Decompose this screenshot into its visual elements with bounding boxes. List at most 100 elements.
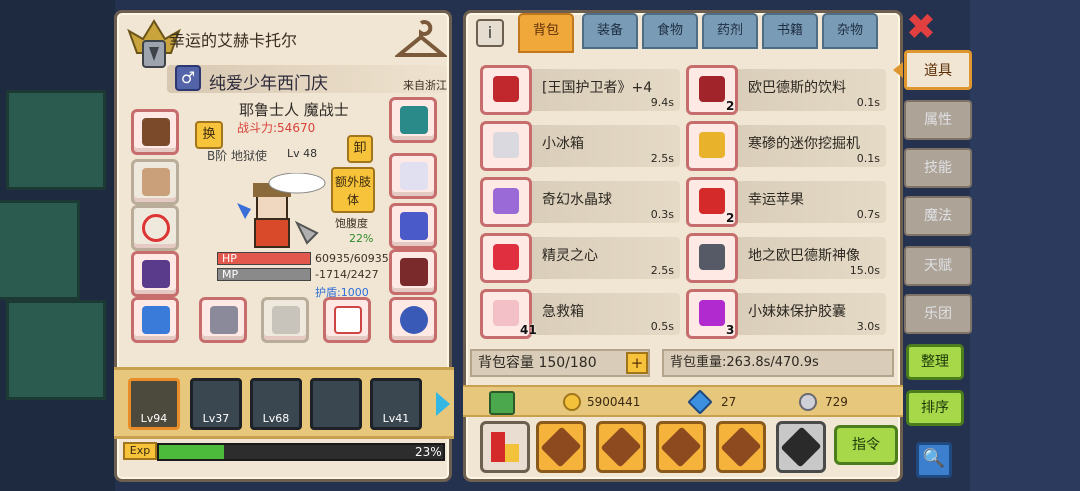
close-icon[interactable]: ✖	[904, 10, 938, 46]
equip-slot-weapon-main[interactable]	[199, 297, 247, 343]
currency-strip: 5900441 27 729	[463, 385, 903, 417]
inventory-item[interactable]: 地之欧巴德斯神像 15.0s	[686, 233, 886, 283]
inventory-item[interactable]: [王国护卫者》+4 9.4s	[480, 65, 680, 115]
equip-slot-bag[interactable]	[389, 203, 437, 249]
party-member-5[interactable]: Lv41	[370, 378, 422, 430]
sort-button[interactable]: 整理	[906, 344, 964, 380]
item-name: 欧巴德斯的饮料	[748, 80, 846, 96]
equip-slot-empty[interactable]	[131, 205, 179, 251]
scene-tile	[6, 90, 106, 190]
storage-download-icon[interactable]	[489, 391, 515, 415]
combat-power: 战斗力:54670	[237, 121, 316, 135]
character-sprite	[237, 173, 326, 248]
equip-slot-body[interactable]	[131, 251, 179, 297]
equip-slot-weapon-off[interactable]	[261, 297, 309, 343]
equip-slot-hands[interactable]	[389, 153, 437, 199]
party-member-3[interactable]: Lv68	[250, 378, 302, 430]
item-weight: 15.0s	[849, 264, 880, 277]
side-tab-magic[interactable]: 魔法	[904, 196, 972, 236]
active-tab-arrow-icon	[893, 62, 903, 78]
item-name: 幸运苹果	[748, 192, 804, 208]
skill-slot-5[interactable]	[776, 421, 826, 473]
character-class: 耶鲁士人 魔战士	[239, 101, 349, 119]
unequip-button[interactable]: 卸	[347, 135, 373, 163]
side-tab-attributes[interactable]: 属性	[904, 100, 972, 140]
item-name: 急救箱	[542, 304, 584, 320]
ring-icon	[400, 306, 428, 334]
extra-limb-button[interactable]: 额外肢体	[331, 167, 375, 213]
expand-capacity-button[interactable]: +	[626, 352, 648, 374]
item-name: 精灵之心	[542, 248, 598, 264]
tab-potion[interactable]: 药剂	[702, 13, 758, 49]
mp-value: -1714/2427	[315, 268, 379, 281]
side-tab-band[interactable]: 乐团	[904, 294, 972, 334]
item-icon-box	[480, 233, 532, 283]
party-bar: Lv94 Lv37 Lv68 Lv41	[114, 367, 454, 439]
inventory-item[interactable]: 寒碜的迷你挖掘机 0.1s	[686, 121, 886, 171]
order-button[interactable]: 排序	[906, 390, 964, 426]
equip-slot-head[interactable]	[131, 109, 179, 155]
gift-box-icon	[720, 426, 762, 468]
tab-books[interactable]: 书籍	[762, 13, 818, 49]
tab-misc[interactable]: 杂物	[822, 13, 878, 49]
equip-slot-cape[interactable]	[389, 249, 437, 295]
party-member-1[interactable]: Lv94	[128, 378, 180, 430]
inventory-item[interactable]: 2 幸运苹果 0.7s	[686, 177, 886, 227]
inventory-item[interactable]: 精灵之心 2.5s	[480, 233, 680, 283]
tab-backpack[interactable]: 背包	[518, 13, 574, 53]
item-icon-box	[686, 121, 738, 171]
party-next-arrow-icon[interactable]	[436, 392, 450, 416]
exp-percent: 23%	[415, 445, 442, 459]
equip-slot-neck[interactable]	[131, 159, 179, 205]
inventory-item[interactable]: 小冰箱 2.5s	[480, 121, 680, 171]
item-weight: 0.7s	[856, 208, 880, 221]
satiety-value: 22%	[349, 232, 374, 245]
skill-slot-3[interactable]	[656, 421, 706, 473]
skill-slot-2[interactable]	[596, 421, 646, 473]
equip-slot-card[interactable]	[323, 297, 371, 343]
bag-weight: 背包重量:263.8s/470.9s	[662, 349, 894, 377]
cape-icon	[400, 258, 428, 286]
statue-icon	[699, 244, 725, 270]
side-tab-items[interactable]: 道具	[904, 50, 972, 90]
tab-food[interactable]: 食物	[642, 13, 698, 49]
skill-slot-1[interactable]	[536, 421, 586, 473]
equip-slot-accessory[interactable]	[389, 97, 437, 143]
hp-value: 60935/60935	[315, 252, 389, 265]
axe-icon	[272, 306, 300, 334]
helmet-icon	[142, 118, 170, 146]
item-count: 2	[726, 99, 735, 113]
command-button[interactable]: 指令	[834, 425, 898, 465]
inventory-item[interactable]: 3 小妹妹保护胶囊 3.0s	[686, 289, 886, 339]
drink-bottle-icon	[699, 76, 725, 102]
item-weight: 2.5s	[650, 264, 674, 277]
item-name: 地之欧巴德斯神像	[748, 248, 860, 264]
inventory-item[interactable]: 2 欧巴德斯的饮料 0.1s	[686, 65, 886, 115]
inventory-item[interactable]: 41 急救箱 0.5s	[480, 289, 680, 339]
shuriken-icon	[600, 426, 642, 468]
fire-icon	[780, 426, 822, 468]
red-crossbow-icon	[493, 76, 519, 102]
party-member-2[interactable]: Lv37	[190, 378, 242, 430]
party-member-4[interactable]	[310, 378, 362, 430]
swap-button[interactable]: 换	[195, 121, 223, 149]
search-icon[interactable]: 🔍	[916, 442, 952, 478]
item-count: 41	[520, 323, 537, 337]
armor-icon	[142, 260, 170, 288]
equip-slot-ring[interactable]	[389, 297, 437, 343]
character-panel: 幸运的艾赫卡托尔 ♂ 纯爱少年西门庆 来自浙江 耶鲁士人 魔战士 战斗力:546…	[114, 10, 454, 482]
skill-slot-4[interactable]	[716, 421, 766, 473]
toggle-view-button[interactable]	[480, 421, 530, 473]
prohibited-icon	[142, 214, 170, 242]
item-weight: 0.5s	[650, 320, 674, 333]
side-tab-skills[interactable]: 技能	[904, 148, 972, 188]
info-button[interactable]: i	[476, 19, 504, 47]
side-tab-talent[interactable]: 天赋	[904, 246, 972, 286]
tab-equipment[interactable]: 装备	[582, 13, 638, 49]
equip-slot-feet[interactable]	[131, 297, 179, 343]
gauntlet-icon	[400, 162, 428, 190]
wardrobe-hanger-icon[interactable]	[395, 19, 447, 63]
bag-capacity: 背包容量 150/180	[470, 349, 650, 377]
inventory-item[interactable]: 奇幻水晶球 0.3s	[480, 177, 680, 227]
item-name: 奇幻水晶球	[542, 192, 612, 208]
